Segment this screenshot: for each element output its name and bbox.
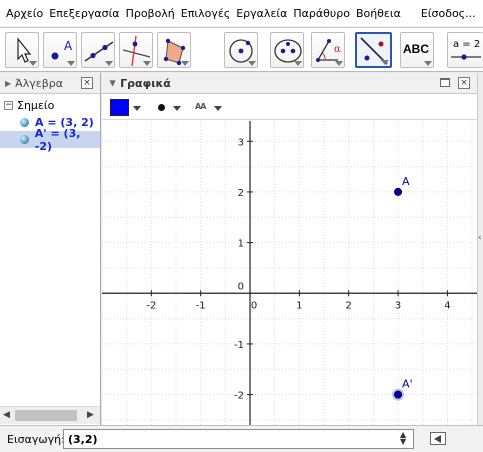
y-tick-label: 3: [238, 137, 244, 148]
collapse-icon[interactable]: −: [4, 101, 13, 110]
input-label: Εισαγωγή:: [7, 433, 65, 446]
graphics-panel: ▶ Γραφικά × AA -2 -1 0 1 2 3 4 3 2 1 0 -1 -2 A A': [102, 73, 477, 425]
visibility-toggle-icon[interactable]: [20, 135, 29, 144]
move-tool-button[interactable]: [5, 32, 39, 68]
scrollbar-thumb[interactable]: [15, 410, 77, 421]
x-tick-label: -2: [146, 300, 156, 311]
chevron-left-icon[interactable]: ‹: [478, 233, 482, 243]
visibility-toggle-icon[interactable]: [20, 118, 29, 127]
slider-icon: [451, 54, 481, 60]
polygon-tool-button[interactable]: [157, 32, 191, 68]
graphics-panel-header: ▶ Γραφικά ×: [102, 73, 477, 94]
angle-tool-button[interactable]: α: [311, 32, 345, 68]
x-tick-label: 0: [251, 300, 257, 311]
x-tick-label: -1: [196, 300, 206, 311]
circle-tool-button[interactable]: [224, 32, 258, 68]
menu-item[interactable]: Εργαλεία: [233, 7, 290, 20]
reflect-tool-button[interactable]: [355, 32, 392, 68]
x-tick-label: 4: [444, 300, 450, 311]
x-tick-label: 3: [395, 300, 401, 311]
side-handle[interactable]: ‹: [477, 73, 483, 425]
point-style-icon[interactable]: [158, 104, 165, 111]
svg-text:α: α: [334, 44, 341, 55]
color-swatch[interactable]: [110, 99, 129, 116]
line-tool-button[interactable]: [81, 32, 115, 68]
point-tool-button[interactable]: A: [43, 32, 77, 68]
graphics-panel-title: Γραφικά: [120, 76, 171, 90]
input-bar: Εισαγωγή: (3,2) ▲ ▼: [0, 425, 483, 452]
menu-item[interactable]: Επιλογές: [178, 7, 233, 20]
history-spinner-icon[interactable]: ▲ ▼: [400, 431, 406, 446]
algebra-panel-header: ▶ Άλγεβρα ×: [0, 73, 100, 94]
menu-item[interactable]: Βοήθεια: [353, 7, 404, 20]
style-bar: AA: [102, 95, 477, 120]
category-label: Σημείο: [17, 99, 55, 112]
y-tick-label: 0: [238, 281, 244, 292]
chevron-down-icon[interactable]: [133, 106, 141, 111]
svg-text:A: A: [64, 39, 73, 53]
ellipse-tool-button[interactable]: [270, 32, 304, 68]
menu-item[interactable]: Επεξεργασία: [46, 7, 122, 20]
text-icon: ABC: [403, 42, 429, 56]
menu-item[interactable]: Προβολή: [123, 7, 178, 20]
point-marker[interactable]: [394, 187, 403, 196]
keyboard-toggle-icon[interactable]: [430, 432, 446, 445]
scroll-right-icon[interactable]: ▶: [87, 410, 94, 420]
caret-right-icon[interactable]: ▶: [5, 79, 11, 88]
text-tool-button[interactable]: ABC: [400, 32, 434, 68]
chevron-down-icon[interactable]: [214, 106, 222, 111]
point-label[interactable]: A': [402, 378, 413, 391]
menu-bar: Αρχείο Επεξεργασία Προβολή Επιλογές Εργαλεία…: [0, 0, 483, 26]
caret-down-icon[interactable]: ▶: [109, 80, 118, 86]
menu-item[interactable]: Παράθυρο: [290, 7, 353, 20]
perpendicular-tool-button[interactable]: [119, 32, 153, 68]
algebra-item-a-prime[interactable]: A' = (3, -2): [0, 127, 100, 153]
slider-tool-button[interactable]: a = 2: [447, 32, 483, 68]
login-button[interactable]: Είσοδος...: [418, 7, 479, 20]
algebra-panel: ▶ Άλγεβρα × − Σημείο A = (3, 2) A' = (3,…: [0, 73, 101, 425]
y-tick-label: 1: [238, 239, 244, 250]
close-icon[interactable]: ×: [458, 77, 470, 89]
algebra-item-label: A' = (3, -2): [34, 126, 81, 153]
toolbar: A α ABC a = 2: [0, 27, 483, 72]
point-label[interactable]: A: [402, 175, 410, 188]
close-icon[interactable]: ×: [81, 77, 93, 89]
menu-item[interactable]: Αρχείο: [3, 7, 46, 20]
x-tick-label: 1: [296, 300, 302, 311]
y-tick-label: -1: [234, 340, 244, 351]
scroll-left-icon[interactable]: ◀: [3, 410, 10, 420]
horizontal-scrollbar[interactable]: ◀ ▶: [0, 406, 100, 424]
input-field[interactable]: (3,2): [63, 429, 414, 449]
label-style-icon[interactable]: AA: [195, 102, 206, 111]
y-tick-label: 2: [238, 188, 244, 199]
tree-category[interactable]: − Σημείο: [0, 97, 100, 114]
algebra-tree: − Σημείο A = (3, 2) A' = (3, -2): [0, 97, 100, 153]
algebra-panel-title: Άλγεβρα: [15, 76, 63, 90]
x-tick-label: 2: [346, 300, 352, 311]
undock-icon[interactable]: [440, 78, 450, 87]
chevron-down-icon[interactable]: [173, 106, 181, 111]
point-marker[interactable]: [394, 390, 403, 399]
y-tick-label: -2: [234, 391, 244, 402]
graphics-canvas[interactable]: -2 -1 0 1 2 3 4 3 2 1 0 -1 -2 A A': [102, 121, 477, 425]
